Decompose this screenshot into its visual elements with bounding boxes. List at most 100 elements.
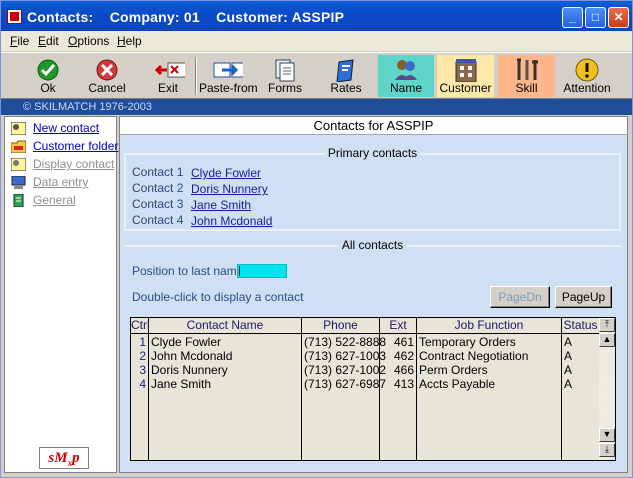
table-row[interactable]: 3 Doris Nunnery (713) 627-1002 466 Perm … <box>131 363 599 377</box>
rates-label: Rates <box>330 81 362 95</box>
paste-from-button[interactable]: Paste-from <box>199 55 258 97</box>
new-contact-icon <box>11 122 26 135</box>
all-contacts-group: All contacts Position to last name Doubl… <box>124 238 621 467</box>
menu-help[interactable]: Help <box>117 34 142 48</box>
paste-from-label: Paste-from <box>199 81 258 95</box>
column-header-phone[interactable]: Phone <box>302 318 380 334</box>
paste-from-icon <box>213 62 243 78</box>
forms-icon <box>275 59 295 82</box>
exit-icon <box>154 62 185 78</box>
people-icon <box>395 60 417 80</box>
row-name: Jane Smith <box>151 377 212 391</box>
row-ext: 462 <box>393 349 414 363</box>
cancel-icon <box>96 59 118 81</box>
vertical-scrollbar[interactable]: ⤒ ▲ ▼ ⤓ <box>599 318 615 460</box>
table-header: Ctrl Contact Name Phone Ext Job Function… <box>131 318 615 334</box>
row-ext: 413 <box>393 377 414 391</box>
row-ext: 461 <box>393 335 414 349</box>
folder-icon <box>11 140 26 153</box>
menu-file[interactable]: File <box>10 34 29 48</box>
window-title: Contacts: Company: 01 Customer: ASSPIP <box>27 9 345 25</box>
tools-icon <box>516 58 538 80</box>
monitor-icon <box>11 176 26 189</box>
customer-button[interactable]: Customer <box>437 55 494 97</box>
row-phone: (713) 522-8888 <box>304 335 387 349</box>
skilmatch-logo: sMxp <box>39 447 89 469</box>
table-row[interactable]: 2 John Mcdonald (713) 627-1003 462 Contr… <box>131 349 599 363</box>
copyright-line: © SKILMATCH 1976-2003 <box>1 99 632 115</box>
cancel-button[interactable]: Cancel <box>85 55 129 97</box>
row-name: Clyde Fowler <box>151 335 222 349</box>
row-ctrl: 2 <box>139 349 146 363</box>
row-status: A <box>564 349 573 363</box>
name-label: Name <box>389 81 422 95</box>
forms-label: Forms <box>268 81 302 95</box>
page-down-button[interactable]: PageDn <box>490 286 550 308</box>
row-phone: (713) 627-1003 <box>304 349 387 363</box>
contact-label: Contact 1 <box>132 165 184 179</box>
rates-button[interactable]: Rates <box>326 55 366 97</box>
primary-contacts-heading: Primary contacts <box>324 146 421 160</box>
customer-label: Customer <box>439 81 492 95</box>
menu-options[interactable]: Options <box>68 34 109 48</box>
ok-label: Ok <box>40 81 56 95</box>
row-ctrl: 1 <box>139 335 146 349</box>
exit-button[interactable]: Exit <box>146 55 190 97</box>
scroll-bottom-icon[interactable]: ⤓ <box>599 443 615 457</box>
attention-icon <box>575 58 599 82</box>
row-status: A <box>564 335 573 349</box>
contact-1-link[interactable]: Clyde Fowler <box>191 166 261 180</box>
row-ctrl: 4 <box>139 377 146 391</box>
table-row[interactable]: 4 Jane Smith (713) 627-6987 413 Accts Pa… <box>131 377 599 391</box>
row-ctrl: 3 <box>139 363 146 377</box>
row-phone: (713) 627-1002 <box>304 363 387 377</box>
contacts-table: Ctrl Contact Name Phone Ext Job Function… <box>130 317 616 461</box>
name-button[interactable]: Name <box>378 55 434 97</box>
menu-edit[interactable]: Edit <box>38 34 59 48</box>
cancel-label: Cancel <box>88 81 126 95</box>
skill-button[interactable]: Skill <box>498 55 555 97</box>
contact-2-link[interactable]: Doris Nunnery <box>191 182 268 196</box>
title-bar[interactable]: Contacts: Company: 01 Customer: ASSPIP _… <box>1 1 632 31</box>
last-name-search-input[interactable] <box>237 264 287 278</box>
toolbar-separator <box>195 57 197 95</box>
menu-bar: File Edit Options Help <box>1 31 632 51</box>
minimize-button[interactable]: _ <box>562 7 583 28</box>
contact-4-link[interactable]: John Mcdonald <box>191 214 272 228</box>
scroll-up-icon[interactable]: ▲ <box>599 333 615 347</box>
contact-3-link[interactable]: Jane Smith <box>191 198 251 212</box>
row-job: Accts Payable <box>419 377 496 391</box>
building-icon <box>455 59 476 82</box>
attention-button[interactable]: Attention <box>561 55 613 97</box>
exit-label: Exit <box>157 81 178 95</box>
skill-label: Skill <box>515 81 538 95</box>
sidebar: New contact Customer folder Display cont… <box>4 116 118 473</box>
contact-icon <box>11 158 26 171</box>
app-icon[interactable] <box>7 9 22 24</box>
contact-label: Contact 4 <box>132 213 184 227</box>
row-job: Contract Negotiation <box>419 349 529 363</box>
column-header-status[interactable]: Status <box>562 318 599 334</box>
table-row[interactable]: 1 Clyde Fowler (713) 522-8888 461 Tempor… <box>131 335 599 349</box>
page-title: Contacts for ASSPIP <box>120 117 627 135</box>
column-header-ctrl[interactable]: Ctrl <box>131 318 150 334</box>
column-header-name[interactable]: Contact Name <box>149 318 302 334</box>
column-header-ext[interactable]: Ext <box>380 318 417 334</box>
page-up-button[interactable]: PageUp <box>555 286 612 308</box>
position-label: Position to last name <box>132 264 244 278</box>
row-job: Perm Orders <box>419 363 488 377</box>
row-name: John Mcdonald <box>151 349 233 363</box>
contact-label: Contact 2 <box>132 181 184 195</box>
scroll-down-icon[interactable]: ▼ <box>599 428 615 442</box>
close-button[interactable]: ✕ <box>608 7 629 28</box>
row-job: Temporary Orders <box>419 335 516 349</box>
ok-button[interactable]: Ok <box>28 55 68 97</box>
attention-label: Attention <box>563 81 611 95</box>
maximize-button[interactable]: □ <box>585 7 606 28</box>
rates-icon <box>336 59 354 82</box>
forms-button[interactable]: Forms <box>265 55 305 97</box>
scroll-top-icon[interactable]: ⤒ <box>599 318 615 332</box>
column-header-job[interactable]: Job Function <box>417 318 562 334</box>
primary-contacts-group: Primary contacts Contact 1 Clyde Fowler … <box>124 146 621 231</box>
row-status: A <box>564 363 573 377</box>
